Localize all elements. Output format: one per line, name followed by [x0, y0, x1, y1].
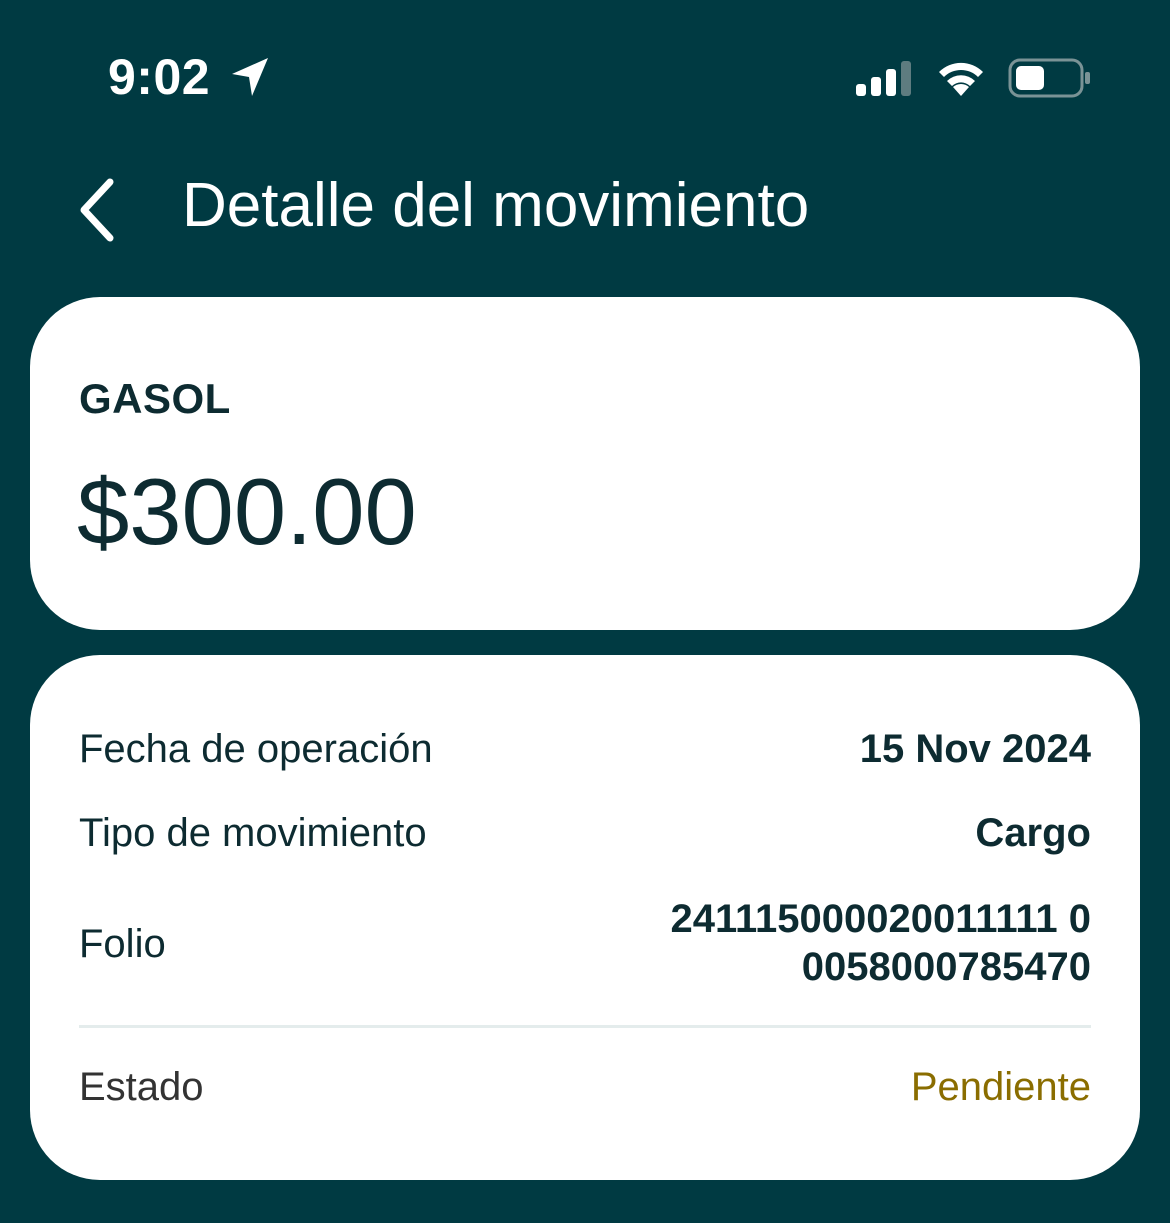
status-label: Estado: [79, 1065, 204, 1109]
chevron-left-icon[interactable]: [66, 170, 130, 250]
type-value: Cargo: [975, 811, 1091, 855]
wifi-icon: [939, 62, 983, 96]
detail-row-date: Fecha de operación 15 Nov 2024: [79, 727, 1091, 777]
status-time: 9:02: [108, 49, 211, 105]
folio-label: Folio: [79, 922, 166, 966]
amount-card: GASOL $300.00: [30, 297, 1140, 630]
merchant-name: GASOL: [79, 375, 231, 422]
battery-icon: [1008, 58, 1090, 98]
location-arrow-icon: [232, 58, 268, 96]
date-label: Fecha de operación: [79, 727, 433, 771]
type-label: Tipo de movimiento: [79, 811, 427, 855]
details-card: Fecha de operación 15 Nov 2024 Tipo de m…: [30, 655, 1140, 1180]
detail-row-status: Estado Pendiente: [79, 1065, 1091, 1115]
page-title: Detalle del movimiento: [182, 171, 810, 240]
folio-value: 241115000020011111 0 0058000785470: [670, 895, 1091, 991]
detail-row-folio: Folio 241115000020011111 0 0058000785470: [79, 895, 1091, 995]
date-value: 15 Nov 2024: [859, 727, 1091, 771]
detail-row-type: Tipo de movimiento Cargo: [79, 811, 1091, 861]
folio-line-2: 0058000785470: [801, 945, 1091, 989]
header: Detalle del movimiento: [0, 150, 1170, 270]
amount-value: $300.00: [77, 459, 417, 564]
divider: [79, 1025, 1091, 1028]
status-bar: 9:02: [0, 0, 1170, 150]
status-value: Pendiente: [910, 1065, 1091, 1109]
cellular-signal-icon: [856, 61, 911, 96]
folio-line-1: 241115000020011111 0: [670, 897, 1091, 941]
